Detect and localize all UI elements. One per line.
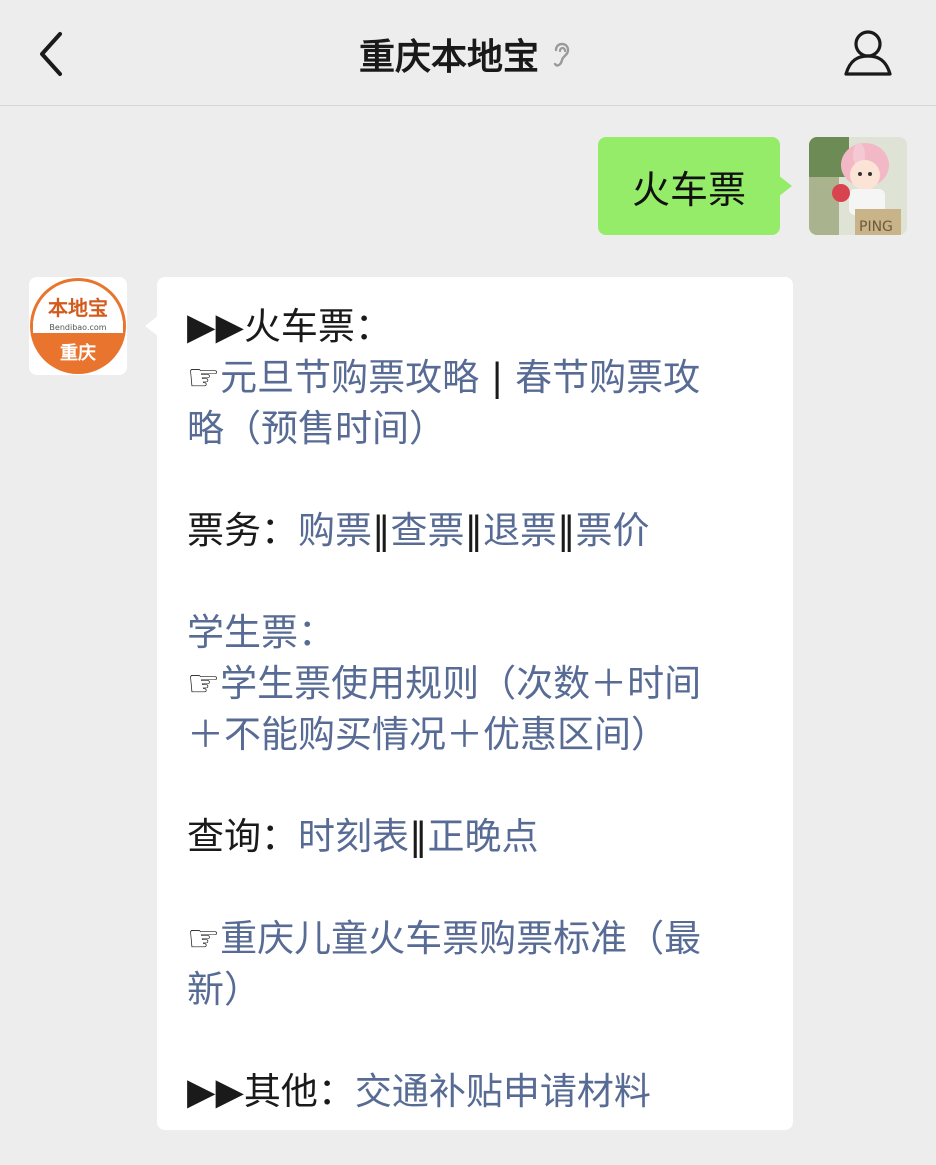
logo-title: 本地宝 (48, 296, 108, 320)
line-other: ▶▶其他：交通补贴申请材料 (187, 1066, 767, 1117)
link-child-ticket-standard-cont[interactable]: 新） (187, 968, 261, 1011)
link-punctuality[interactable]: 正晚点 (428, 815, 539, 858)
pointing-hand-icon: ☞ (187, 356, 221, 399)
user-message-bubble[interactable]: 火车票 (598, 137, 780, 235)
line-ticket-services: 票务：购票‖查票‖退票‖票价 (187, 505, 767, 556)
line-student-rules: ☞学生票使用规则（次数＋时间 (187, 658, 767, 709)
user-message-text: 火车票 (631, 167, 746, 212)
bot-message-row: 本地宝 Bendibao.com 重庆 ▶▶火车票： ☞元旦节购票攻略 | 春节… (0, 277, 936, 1137)
line-child-ticket-cont: 新） (187, 964, 767, 1015)
person-icon (844, 30, 892, 76)
chat-title: 重庆本地宝 (358, 37, 539, 78)
link-new-year-guide[interactable]: 元旦节购票攻略 (220, 356, 479, 399)
label-query: 查询： (187, 815, 298, 858)
link-child-ticket-standard[interactable]: 重庆儿童火车票购票标准（最 (220, 917, 701, 960)
line-child-ticket: ☞重庆儿童火车票购票标准（最 (187, 913, 767, 964)
line-train-tickets: ▶▶火车票： (187, 301, 767, 352)
double-arrow-icon: ▶▶ (187, 305, 244, 348)
separator: ‖ (372, 509, 391, 552)
user-message-row: 火车票 PING (0, 137, 936, 237)
title-container: 重庆本地宝 (0, 28, 936, 80)
link-spring-festival-guide[interactable]: 春节购票攻 (515, 356, 700, 399)
bot-message-bubble: ▶▶火车票： ☞元旦节购票攻略 | 春节购票攻 略（预售时间） 票务：购票‖查票… (157, 277, 793, 1130)
avatar-bag-label: PING (859, 219, 893, 235)
separator: ‖ (409, 815, 428, 858)
link-spring-festival-guide-cont[interactable]: 略（预售时间） (187, 407, 446, 450)
bot-message-text: ▶▶火车票： ☞元旦节购票攻略 | 春节购票攻 略（预售时间） 票务：购票‖查票… (187, 301, 767, 1117)
top-nav-bar: 重庆本地宝 (0, 0, 936, 106)
line-student-rules-cont: ＋不能购买情况＋优惠区间） (187, 709, 767, 760)
label-ticket-services: 票务： (187, 509, 298, 552)
link-timetable[interactable]: 时刻表 (298, 815, 409, 858)
pointing-hand-icon: ☞ (187, 917, 221, 960)
line-student-title: 学生票： (187, 607, 767, 658)
link-check-ticket[interactable]: 查票 (391, 509, 465, 552)
line-holiday-links: ☞元旦节购票攻略 | 春节购票攻 (187, 352, 767, 403)
logo-url: Bendibao.com (49, 323, 106, 332)
section-title-train: 火车票： (243, 305, 392, 348)
double-arrow-icon: ▶▶ (187, 1070, 244, 1113)
link-buy-ticket[interactable]: 购票 (298, 509, 372, 552)
profile-button[interactable] (840, 26, 896, 82)
bendibao-logo: 本地宝 Bendibao.com 重庆 (29, 277, 127, 375)
link-transport-subsidy[interactable]: 交通补贴申请材料 (355, 1070, 651, 1113)
bot-avatar[interactable]: 本地宝 Bendibao.com 重庆 (29, 277, 127, 375)
ear-icon (553, 42, 570, 67)
link-student-rules[interactable]: 学生票使用规则（次数＋时间 (220, 662, 701, 705)
separator: ‖ (464, 509, 484, 552)
separator: ‖ (557, 509, 576, 552)
label-other: 其他： (243, 1070, 355, 1113)
user-avatar[interactable]: PING (809, 137, 907, 235)
user-avatar-image: PING (809, 137, 907, 235)
link-ticket-price[interactable]: 票价 (576, 509, 650, 552)
link-refund-ticket[interactable]: 退票 (483, 509, 557, 552)
pointing-hand-icon: ☞ (187, 662, 221, 705)
link-student-ticket[interactable]: 学生票： (187, 611, 335, 654)
line-query: 查询：时刻表‖正晚点 (187, 811, 767, 862)
bubble-tail (778, 175, 792, 197)
separator: | (479, 356, 516, 399)
logo-city: 重庆 (60, 342, 96, 364)
line-holiday-links-cont: 略（预售时间） (187, 403, 767, 454)
link-student-rules-cont[interactable]: ＋不能购买情况＋优惠区间） (187, 713, 668, 756)
